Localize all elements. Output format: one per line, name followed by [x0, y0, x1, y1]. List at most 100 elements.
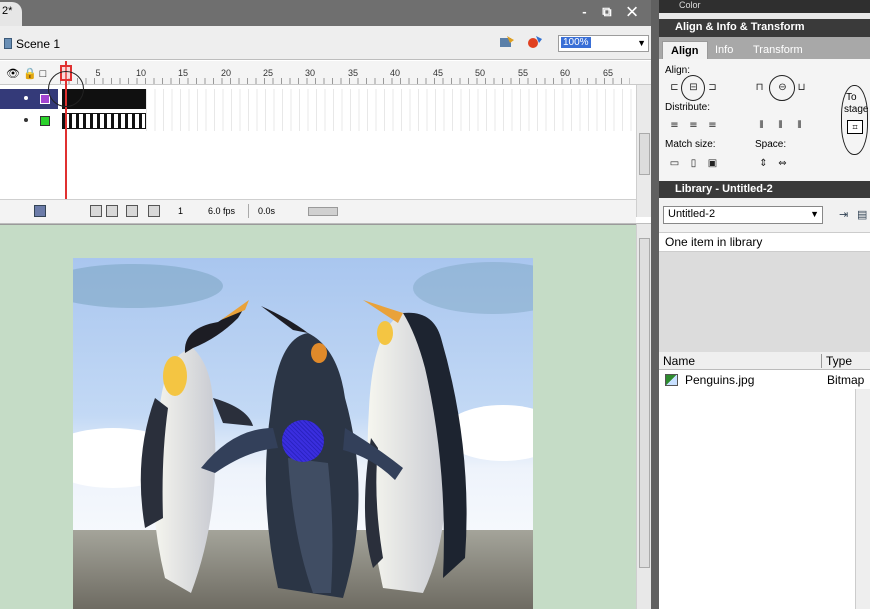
distribute-top-icon[interactable]: ≡	[667, 119, 682, 132]
tab-align[interactable]: Align	[662, 41, 708, 59]
window-controls[interactable]: - ⧉ ✕	[582, 4, 643, 20]
annotation-circle	[769, 75, 795, 101]
timeline-hscroll[interactable]	[294, 207, 624, 216]
onion-skin-icon[interactable]	[90, 205, 102, 217]
align-right-icon[interactable]: ⊐	[705, 81, 720, 94]
column-type[interactable]: Type	[821, 354, 852, 368]
visibility-dot-icon[interactable]	[24, 96, 28, 100]
ruler-label: 65	[602, 68, 613, 78]
divider	[248, 204, 249, 218]
edit-scene-icon[interactable]	[527, 35, 543, 49]
align-bottom-icon[interactable]: ⊔	[794, 81, 809, 94]
space-horizontal-icon[interactable]: ⇔	[775, 157, 790, 170]
elapsed-time: 0.0s	[258, 206, 276, 216]
scrollbar-thumb[interactable]	[308, 207, 338, 216]
scrollbar-thumb[interactable]	[639, 133, 650, 175]
timeline-status-bar: 1 6.0 fps 0.0s	[0, 199, 636, 223]
modify-markers-icon[interactable]	[148, 205, 160, 217]
library-panel-header[interactable]: Library - Untitled-2	[659, 181, 870, 198]
align-panel: Align: ⊏ ⊟ ⊐ ⊓ ⊖ ⊔ Distribute: ≡ ≡ ≡ ⦀ ⦀…	[659, 59, 870, 181]
distribute-left-icon[interactable]: ⦀	[754, 119, 769, 132]
scene-label[interactable]: Scene 1	[16, 37, 60, 51]
distribute-hcenter-icon[interactable]: ⦀	[773, 119, 788, 132]
align-panel-header[interactable]: Align & Info & Transform	[659, 19, 870, 37]
layer-header-icons[interactable]: 👁🔒□	[6, 67, 49, 80]
visibility-dot-icon[interactable]	[24, 118, 28, 122]
align-left-icon[interactable]: ⊏	[667, 81, 682, 94]
match-width-icon[interactable]: ▭	[667, 157, 682, 170]
layer-row-selected[interactable]	[0, 89, 651, 109]
align-tab-strip: Align Info Transform	[659, 37, 870, 59]
item-name: Penguins.jpg	[685, 373, 755, 387]
tab-info[interactable]: Info	[707, 41, 741, 59]
list-item[interactable]: Penguins.jpg Bitmap	[659, 371, 870, 389]
new-library-panel-icon[interactable]: ▤	[857, 208, 867, 221]
document-window: 2* - ⧉ ✕ Scene 1 100% ▼ 👁🔒□ 5 10 15 20 2…	[0, 0, 651, 609]
library-item-list: Name Type Penguins.jpg Bitmap	[659, 352, 870, 609]
frame-ruler[interactable]: 👁🔒□ 5 10 15 20 25 30 35 40 45 50 55 60 6…	[0, 61, 651, 85]
library-toolbar: Untitled-2 ▼ ⇥ ▤	[659, 198, 870, 232]
to-stage-label: To	[846, 92, 857, 103]
distribute-vcenter-icon[interactable]: ≡	[686, 119, 701, 132]
ruler-label: 40	[389, 68, 400, 78]
edit-multiple-frames-icon[interactable]	[126, 205, 138, 217]
ruler-label: 30	[304, 68, 315, 78]
library-preview	[659, 252, 870, 352]
ruler-label: 35	[347, 68, 358, 78]
zoom-value: 100%	[561, 37, 591, 48]
to-stage-label: stage	[844, 104, 869, 115]
scrollbar-thumb[interactable]	[639, 238, 650, 568]
align-top-icon[interactable]: ⊓	[752, 81, 767, 94]
stage-scrollbar[interactable]	[636, 224, 651, 609]
library-scrollbar[interactable]	[855, 389, 870, 609]
match-both-icon[interactable]: ▣	[705, 157, 720, 170]
library-select[interactable]: Untitled-2 ▼	[663, 206, 823, 224]
ruler-label: 45	[432, 68, 443, 78]
library-item-count: One item in library	[659, 232, 870, 252]
annotation-circle	[48, 71, 84, 107]
pin-icon[interactable]: ⇥	[839, 208, 848, 221]
edit-symbols-icon[interactable]	[499, 35, 515, 49]
timeline: 👁🔒□ 5 10 15 20 25 30 35 40 45 50 55 60 6…	[0, 61, 651, 224]
space-label: Space:	[755, 139, 787, 150]
ruler-label: 25	[262, 68, 273, 78]
ruler-label: 5	[95, 68, 101, 78]
frame-rate: 6.0 fps	[208, 206, 236, 216]
layer-row[interactable]	[0, 111, 651, 131]
to-stage-icon[interactable]: ⌗	[847, 120, 863, 134]
zoom-field[interactable]: 100% ▼	[558, 35, 649, 52]
match-size-label: Match size:	[665, 139, 716, 150]
library-select-value: Untitled-2	[668, 208, 716, 220]
selected-shape-circle[interactable]	[282, 420, 324, 462]
ruler-label: 15	[177, 68, 188, 78]
ruler-label: 50	[474, 68, 485, 78]
distribute-right-icon[interactable]: ⦀	[792, 119, 807, 132]
ruler-label: 60	[559, 68, 570, 78]
document-tab[interactable]: 2*	[0, 2, 22, 26]
document-tab-bar: 2* - ⧉ ✕	[0, 0, 651, 26]
chevron-down-icon[interactable]: ▼	[810, 209, 819, 219]
dock-divider[interactable]	[651, 0, 659, 609]
match-height-icon[interactable]: ▯	[686, 157, 701, 170]
distribute-bottom-icon[interactable]: ≡	[705, 119, 720, 132]
distribute-label: Distribute:	[665, 102, 711, 113]
item-type: Bitmap	[827, 373, 865, 387]
color-panel-header[interactable]: Color	[659, 0, 870, 13]
outline-color-icon[interactable]	[40, 116, 50, 126]
tab-transform[interactable]: Transform	[745, 41, 811, 59]
edit-bar: Scene 1 100% ▼	[0, 26, 651, 60]
align-label: Align:	[665, 65, 691, 76]
onion-skin-outlines-icon[interactable]	[106, 205, 118, 217]
trash-icon[interactable]	[34, 205, 46, 217]
space-vertical-icon[interactable]: ⇕	[756, 157, 771, 170]
ruler-ticks	[60, 78, 630, 84]
library-column-header: Name Type	[659, 352, 870, 370]
bitmap-icon	[665, 374, 678, 386]
scene-icon	[4, 38, 12, 49]
annotation-circle	[681, 75, 705, 101]
keyframe-span[interactable]	[62, 113, 146, 129]
timeline-scrollbar[interactable]	[636, 85, 651, 217]
chevron-down-icon[interactable]: ▼	[637, 38, 646, 48]
column-name[interactable]: Name	[663, 354, 695, 368]
current-frame: 1	[178, 206, 184, 216]
